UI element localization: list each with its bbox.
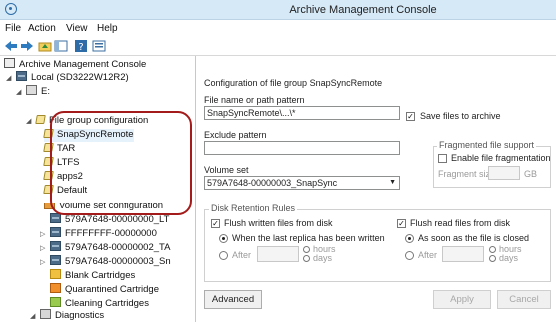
read-after-radio[interactable] [405, 251, 414, 260]
file-group-icon [35, 115, 46, 124]
exclude-input[interactable] [204, 141, 400, 155]
read-closed-label: As soon as the file is closed [418, 233, 530, 243]
expand-icon[interactable]: ▷ [40, 244, 48, 252]
exclude-label: Exclude pattern [204, 130, 267, 140]
read-closed-radio[interactable] [405, 234, 414, 243]
collapse-icon[interactable]: ◢ [16, 88, 24, 96]
cancel-button[interactable]: Cancel [497, 290, 551, 309]
written-days-radio[interactable] [303, 255, 310, 262]
tree-drive[interactable]: ◢ E: [16, 85, 50, 98]
retention-group-title: Disk Retention Rules [209, 203, 298, 213]
properties-icon[interactable] [92, 39, 106, 53]
advanced-button[interactable]: Advanced [204, 290, 262, 309]
quarantine-cartridge-icon [50, 283, 61, 293]
apply-button[interactable]: Apply [433, 290, 491, 309]
fragment-size-input[interactable] [488, 166, 520, 180]
tree-root[interactable]: Archive Management Console [4, 58, 146, 71]
flush-written-checkbox[interactable]: ✓ [211, 219, 220, 228]
help-icon[interactable]: ? [74, 39, 88, 53]
tree-volume-set-2[interactable]: ▷ 579A7648-00000002_TA [40, 241, 170, 254]
toolbar: ? [0, 37, 556, 56]
save-files-checkbox[interactable]: ✓ [406, 112, 415, 121]
window-title: Archive Management Console [289, 4, 437, 16]
volume-set-label: Volume set [204, 165, 249, 175]
chevron-down-icon: ▼ [389, 179, 396, 186]
save-files-label: Save files to archive [420, 111, 501, 121]
read-after-input[interactable] [442, 246, 484, 262]
menu-action[interactable]: Action [28, 23, 56, 34]
written-after-label: After [232, 250, 252, 260]
written-last-replica-radio[interactable] [219, 234, 228, 243]
drive-icon [26, 85, 37, 95]
expand-icon[interactable]: ▷ [40, 230, 48, 238]
menu-file[interactable]: File [5, 23, 21, 34]
show-hide-pane-icon[interactable] [54, 39, 68, 53]
fragmented-group-title: Fragmented file support [437, 140, 537, 150]
file-name-label: File name or path pattern [204, 95, 305, 105]
computer-icon [16, 71, 27, 81]
enable-fragmentation-label: Enable file fragmentation [451, 153, 551, 163]
volume-set-value: 579A7648-00000003_SnapSync [207, 178, 338, 188]
read-hours-radio[interactable] [489, 246, 496, 253]
menu-help[interactable]: Help [97, 23, 118, 34]
collapse-icon[interactable]: ◢ [30, 312, 38, 320]
expand-icon[interactable]: ▷ [40, 258, 48, 266]
tape-library-icon [50, 227, 61, 237]
arrow-right-icon[interactable] [20, 39, 34, 53]
flush-written-label: Flush written files from disk [224, 218, 333, 228]
cleaning-cartridge-icon [50, 297, 61, 307]
tree-diagnostics[interactable]: ◢ Diagnostics [30, 309, 104, 322]
written-after-radio[interactable] [219, 251, 228, 260]
written-after-input[interactable] [257, 246, 299, 262]
tree-blank-cartridges[interactable]: Blank Cartridges [50, 269, 135, 282]
config-heading: Configuration of file group SnapSyncRemo… [204, 78, 383, 88]
tape-library-icon [50, 255, 61, 265]
menu-bar: File Action View Help [0, 20, 556, 37]
read-days-label: days [499, 253, 519, 263]
flush-read-label: Flush read files from disk [410, 218, 511, 228]
highlight-callout [50, 111, 192, 215]
written-days-label: days [313, 253, 333, 263]
fragment-size-label: Fragment size [438, 169, 496, 179]
diagnostics-icon [40, 309, 51, 319]
console-icon [4, 58, 15, 68]
tree-volume-set-1[interactable]: ▷ FFFFFFFF-00000000 [40, 227, 157, 240]
cartridge-icon [50, 269, 61, 279]
file-group-properties-panel: Configuration of file group SnapSyncRemo… [197, 56, 556, 322]
tape-library-icon [50, 241, 61, 251]
svg-text:?: ? [78, 42, 83, 53]
volume-set-select[interactable]: 579A7648-00000003_SnapSync ▼ [204, 176, 400, 190]
enable-fragmentation-checkbox[interactable] [438, 154, 447, 163]
fragment-unit: GB [524, 169, 538, 179]
collapse-icon[interactable]: ◢ [26, 117, 34, 125]
tree-quarantined-cartridges[interactable]: Quarantined Cartridge [50, 283, 159, 296]
file-name-input[interactable]: SnapSyncRemote\...\* [204, 106, 400, 120]
read-days-radio[interactable] [489, 255, 496, 262]
written-last-replica-label: When the last replica has been written [232, 233, 385, 243]
folder-up-icon[interactable] [38, 39, 52, 53]
arrow-left-icon[interactable] [4, 39, 18, 53]
written-hours-radio[interactable] [303, 246, 310, 253]
tree-volume-set-3[interactable]: ▷ 579A7648-00000003_Sn [40, 255, 171, 268]
flush-read-checkbox[interactable]: ✓ [397, 219, 406, 228]
title-bar: Archive Management Console [0, 0, 556, 20]
read-after-label: After [418, 250, 438, 260]
collapse-icon[interactable]: ◢ [6, 74, 14, 82]
menu-view[interactable]: View [66, 23, 88, 34]
tree-local[interactable]: ◢ Local (SD3222W12R2) [6, 71, 129, 84]
